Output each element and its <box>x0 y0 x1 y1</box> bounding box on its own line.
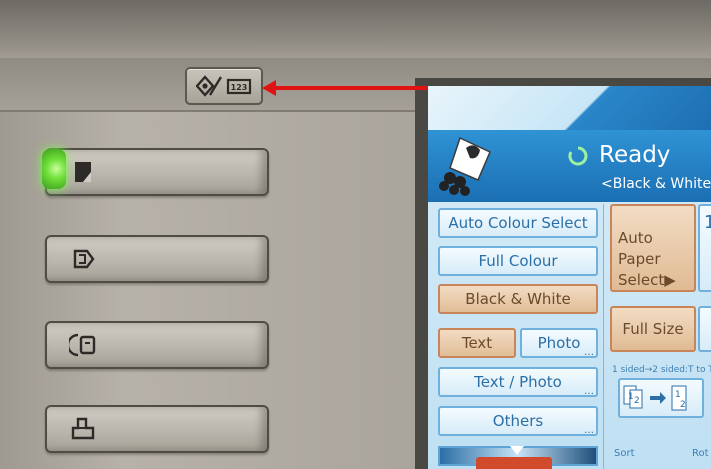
svg-text:1: 1 <box>675 390 681 400</box>
counter-icon: 123 <box>226 78 252 95</box>
user-tools-icon <box>196 75 222 97</box>
fax-mode-button[interactable] <box>45 321 269 369</box>
rotate-label: Rot <box>692 448 709 459</box>
others-mode-button[interactable]: Others <box>438 406 598 436</box>
paper-tray-1-button[interactable]: 1 <box>698 204 711 292</box>
full-size-button[interactable]: Full Size <box>610 306 696 352</box>
copy-mode-led <box>42 149 66 189</box>
status-text: Ready <box>599 142 671 168</box>
duplex-icon: 1 2 1 2 <box>623 385 687 411</box>
document-server-button[interactable] <box>45 235 269 283</box>
copy-icon <box>75 162 91 182</box>
counter-text: 123 <box>231 83 248 92</box>
column-divider <box>603 204 604 469</box>
duplex-button[interactable]: 1 2 1 2 <box>618 378 704 418</box>
duplex-label: 1 sided→2 sided:T to T <box>612 365 711 375</box>
document-server-icon <box>73 249 95 269</box>
copy-mode-button[interactable] <box>45 148 269 196</box>
ready-status-icon <box>568 146 588 166</box>
auto-paper-select-button[interactable]: Auto Paper Select▶ <box>610 204 696 292</box>
svg-text:1: 1 <box>628 392 634 402</box>
user-tools-counter-button[interactable]: 123 <box>185 67 263 105</box>
printer-icon <box>71 417 95 440</box>
density-auto-button[interactable] <box>476 457 552 469</box>
copier-icon <box>439 136 491 196</box>
text-photo-mode-button[interactable]: Text / Photo <box>438 367 598 397</box>
auto-colour-select-button[interactable]: Auto Colour Select <box>438 208 598 238</box>
svg-text:2: 2 <box>634 396 640 406</box>
auto-paper-select-label: Select▶ <box>618 271 676 289</box>
reduce-enlarge-button[interactable] <box>698 306 711 352</box>
annotation-arrow-head <box>262 80 276 96</box>
printer-mode-button[interactable] <box>45 405 269 453</box>
photo-mode-button[interactable]: Photo <box>520 328 598 358</box>
text-mode-button[interactable]: Text <box>438 328 516 358</box>
auto-paper-label: Auto Paper <box>618 229 661 268</box>
full-colour-button[interactable]: Full Colour <box>438 246 598 276</box>
svg-text:2: 2 <box>680 400 686 410</box>
density-marker <box>510 446 524 455</box>
sort-label: Sort <box>614 448 635 459</box>
color-mode-text: <Black & White <box>601 176 711 192</box>
black-and-white-button[interactable]: Black & White <box>438 284 598 314</box>
touch-screen: Ready <Black & White Auto Colour Select … <box>428 86 711 469</box>
screen-top-band <box>428 86 711 130</box>
fax-icon <box>69 333 96 357</box>
device-top-edge <box>0 0 711 58</box>
